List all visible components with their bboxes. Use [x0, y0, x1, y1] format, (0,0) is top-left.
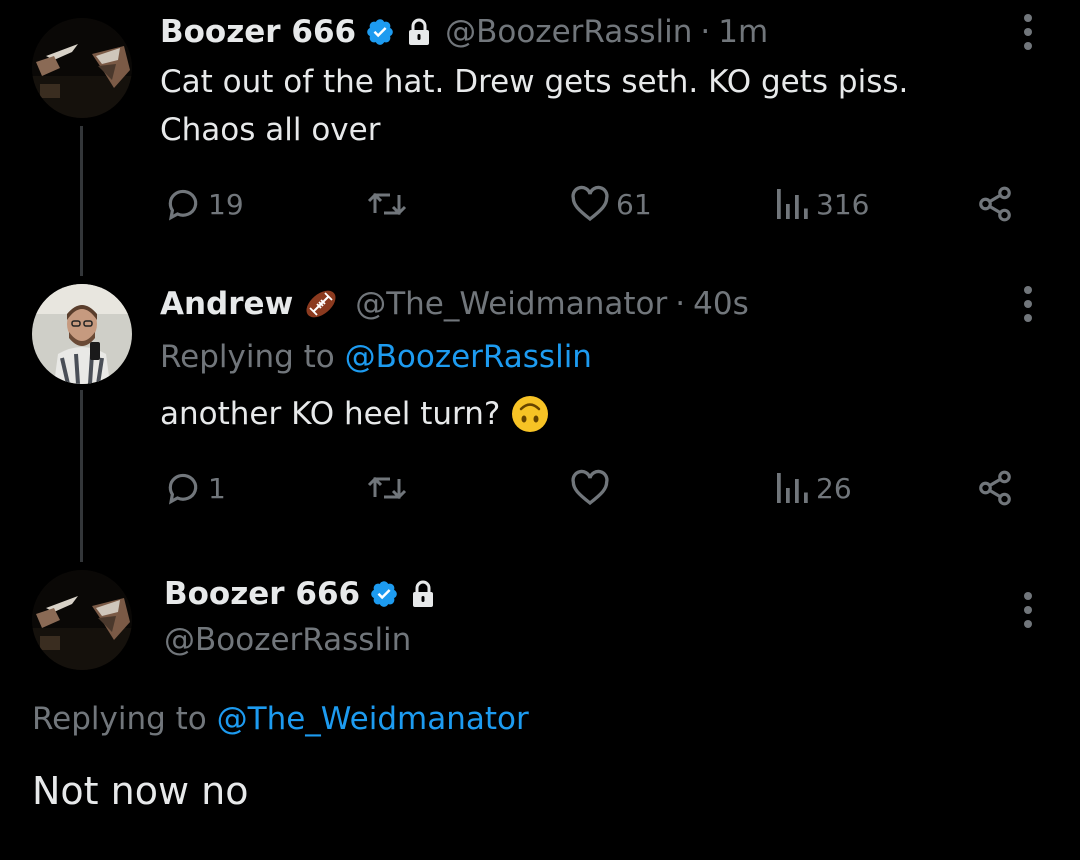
separator: ·: [700, 14, 711, 50]
like-button[interactable]: [570, 468, 616, 508]
thread-line-2: [80, 390, 83, 562]
more-options-icon[interactable]: [1022, 284, 1034, 324]
share-icon: [979, 470, 1011, 506]
tweet-text-body: another KO heel turn?: [160, 396, 501, 432]
display-name[interactable]: Boozer 666: [160, 12, 356, 52]
handle[interactable]: @BoozerRasslin: [445, 12, 692, 52]
tweet-text: another KO heel turn?: [160, 390, 550, 438]
tweet-text-line-1: Cat out of the hat. Drew gets seth. KO g…: [160, 64, 909, 100]
separator: ·: [675, 286, 686, 322]
timestamp[interactable]: 1m: [718, 12, 768, 52]
tweet-2-header: Andrew @The_Weidmanator · 40s: [160, 284, 749, 324]
views-icon: [777, 473, 808, 503]
view-count: 26: [816, 471, 852, 505]
handle[interactable]: @The_Weidmanator: [355, 284, 667, 324]
reply-count: 1: [208, 471, 226, 505]
views-icon: [777, 189, 808, 219]
share-icon: [979, 186, 1011, 222]
share-button[interactable]: [976, 468, 1014, 508]
lock-icon: [409, 18, 430, 45]
replying-to-link[interactable]: @BoozerRasslin: [345, 339, 592, 375]
avatar-boozer[interactable]: [32, 570, 132, 670]
tweet-text: Not now no: [32, 769, 249, 813]
avatar-andrew[interactable]: [32, 284, 132, 384]
views-button[interactable]: 316: [774, 184, 869, 224]
like-button[interactable]: 61: [570, 184, 652, 224]
avatar-boozer[interactable]: [32, 18, 132, 118]
share-button[interactable]: [976, 184, 1014, 224]
tweet-1-header: Boozer 666 @BoozerRasslin · 1m: [160, 12, 768, 52]
verified-badge-icon: [371, 581, 397, 607]
replying-to: Replying to @The_Weidmanator: [32, 698, 529, 740]
retweet-button[interactable]: [366, 184, 414, 224]
heart-icon: [571, 469, 609, 506]
tweet-text-line-2: Chaos all over: [160, 112, 381, 148]
lock-icon: [413, 580, 434, 607]
handle[interactable]: @BoozerRasslin: [164, 620, 411, 660]
view-count: 316: [816, 187, 870, 221]
like-count: 61: [616, 187, 652, 221]
thread-line-1: [80, 126, 83, 276]
reply-count: 19: [208, 187, 244, 221]
reply-button[interactable]: 19: [164, 184, 244, 224]
replying-prefix: Replying to: [32, 701, 207, 737]
retweet-icon: [367, 476, 407, 500]
replying-to: Replying to @BoozerRasslin: [160, 336, 592, 378]
replying-to-link[interactable]: @The_Weidmanator: [217, 701, 529, 737]
reply-icon: [168, 189, 198, 221]
upside-down-face-icon: [512, 396, 549, 432]
display-name[interactable]: Andrew: [160, 284, 293, 324]
more-options-icon[interactable]: [1022, 590, 1034, 630]
more-options-icon[interactable]: [1022, 12, 1034, 52]
verified-badge-icon: [367, 19, 393, 45]
football-icon: [306, 290, 336, 318]
replying-prefix: Replying to: [160, 339, 335, 375]
retweet-icon: [367, 192, 407, 216]
display-name[interactable]: Boozer 666: [164, 574, 360, 614]
views-button[interactable]: 26: [774, 468, 852, 508]
retweet-button[interactable]: [366, 468, 414, 508]
tweet-3-header: Boozer 666: [164, 574, 435, 614]
reply-button[interactable]: 1: [164, 468, 226, 508]
heart-icon: [571, 185, 609, 222]
timestamp[interactable]: 40s: [693, 284, 749, 324]
reply-icon: [168, 473, 198, 505]
